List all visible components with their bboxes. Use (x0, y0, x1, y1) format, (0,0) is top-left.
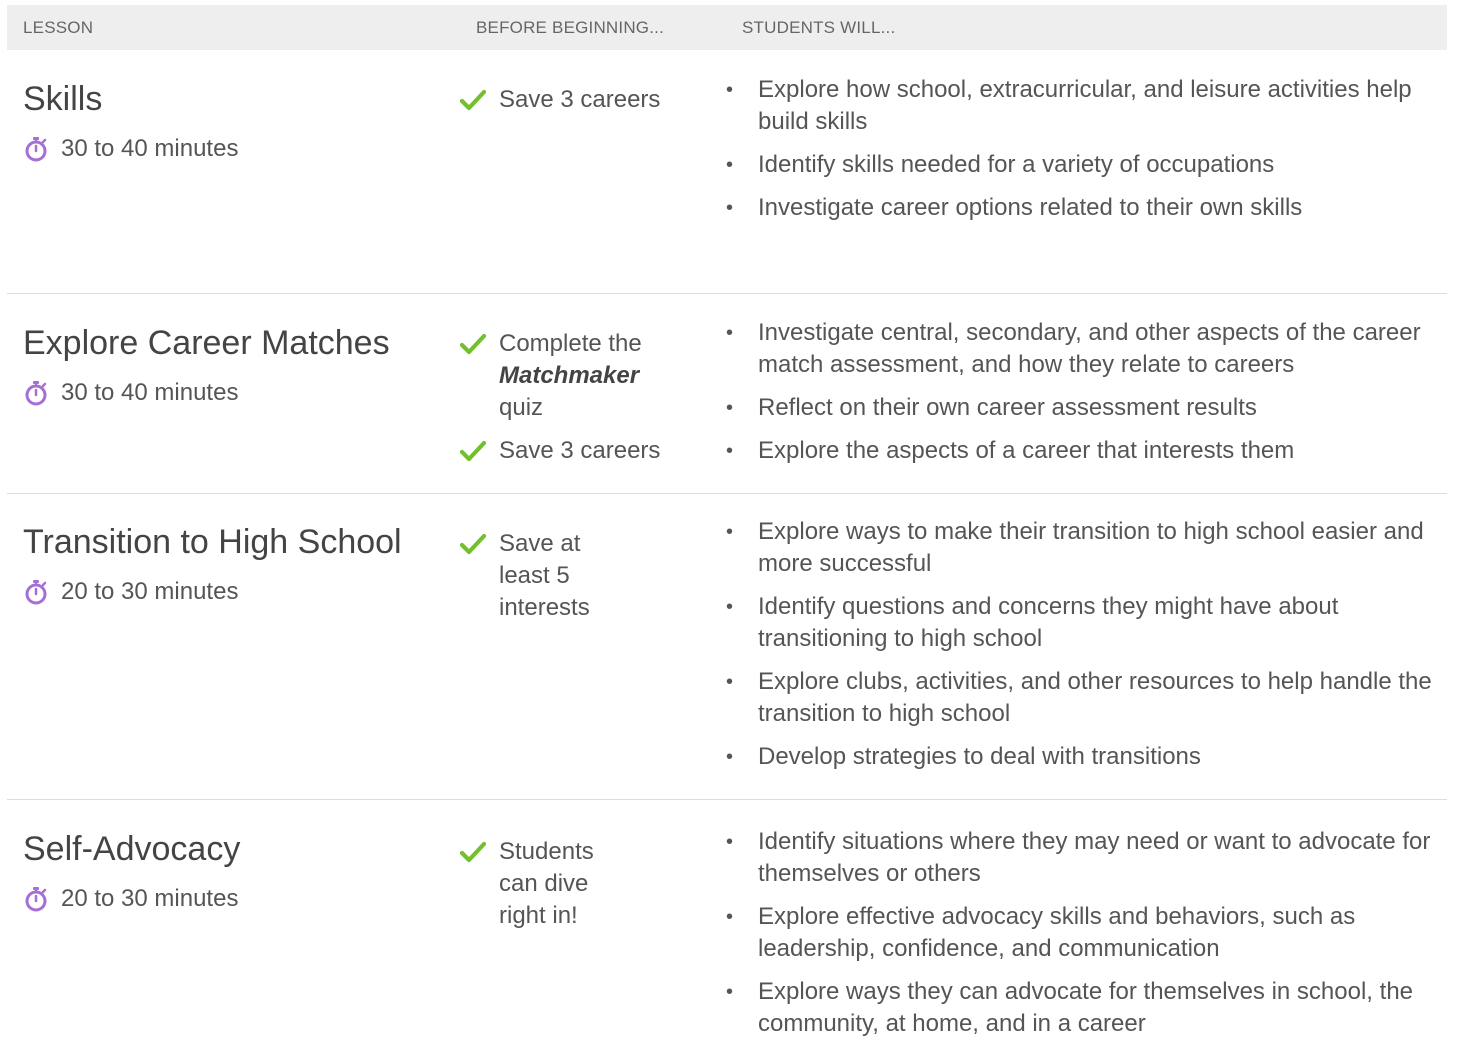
before-beginning-cell: Save 3 careers (460, 50, 726, 293)
objective-item: • Identify questions and concerns they mi… (726, 591, 1447, 655)
lesson-table: LESSON BEFORE BEGINNING... STUDENTS WILL… (7, 5, 1447, 1058)
objectives-list: • Identify situations where they may need… (726, 826, 1447, 1040)
bullet-icon: • (726, 521, 734, 543)
bullet-icon: • (726, 671, 734, 693)
checkmark-icon (460, 89, 486, 111)
objective-text: Explore ways they can advocate for thems… (758, 978, 1414, 1037)
objective-item: • Explore the aspects of a career that in… (726, 435, 1447, 467)
lesson-title: Self-Advocacy (23, 830, 241, 868)
objective-item: • Identify skills needed for a variety of… (726, 149, 1447, 181)
objective-item: • Identify situations where they may need… (726, 826, 1447, 890)
lesson-cell: Transition to High School 20 to 30 minute… (7, 494, 460, 799)
lesson-rows: Skills 30 to 40 minutes Save 3 careers • Exp… (7, 50, 1447, 1058)
lesson-cell: Skills 30 to 40 minutes (7, 50, 460, 293)
prerequisite-text: Save at least 5 interests (499, 530, 590, 621)
objective-text: Explore clubs, activities, and other res… (758, 668, 1432, 727)
duration-text: 20 to 30 minutes (61, 885, 239, 912)
stopwatch-icon (25, 137, 47, 162)
checkmark-icon (460, 841, 486, 863)
lesson-duration: 30 to 40 minutes (23, 379, 460, 407)
objectives-list: • Explore ways to make their transition t… (726, 516, 1447, 773)
duration-text: 30 to 40 minutes (61, 379, 239, 406)
before-beginning-cell: Save at least 5 interests (460, 494, 726, 799)
header-before-beginning: BEFORE BEGINNING... (476, 17, 664, 37)
bullet-icon: • (726, 322, 734, 344)
prerequisite-item: Students can dive right in! (460, 836, 630, 932)
lesson-row: Self-Advocacy 20 to 30 minutes Students ca… (7, 800, 1447, 1058)
lesson-row: Skills 30 to 40 minutes Save 3 careers • Exp… (7, 50, 1447, 294)
checkmark-icon (460, 333, 486, 355)
lesson-cell: Explore Career Matches 30 to 40 minutes (7, 294, 460, 493)
bullet-icon: • (726, 440, 734, 462)
stopwatch-icon (25, 381, 47, 406)
objectives-list: • Investigate central, secondary, and oth… (726, 317, 1447, 467)
header-lesson: LESSON (23, 17, 94, 37)
objective-item: • Develop strategies to deal with transit… (726, 741, 1447, 773)
objective-item: • Investigate central, secondary, and oth… (726, 317, 1447, 381)
prerequisite-text: Save 3 careers (499, 437, 661, 464)
objectives-list: • Explore how school, extracurricular, an… (726, 74, 1447, 224)
checkmark-icon (460, 440, 486, 462)
checkmark-icon (460, 533, 486, 555)
lesson-duration: 30 to 40 minutes (23, 135, 460, 163)
prerequisite-text: Complete the Matchmaker quiz (499, 330, 642, 421)
objective-text: Explore the aspects of a career that int… (758, 437, 1295, 464)
objective-item: • Explore ways they can advocate for them… (726, 976, 1447, 1040)
objective-text: Reflect on their own career assessment r… (758, 394, 1257, 421)
duration-text: 20 to 30 minutes (61, 578, 239, 605)
objective-text: Explore effective advocacy skills and be… (758, 903, 1356, 962)
objective-text: Identify situations where they may need … (758, 828, 1431, 887)
prerequisite-item: Save at least 5 interests (460, 528, 630, 624)
objective-text: Identify skills needed for a variety of … (758, 151, 1275, 178)
objective-text: Explore ways to make their transition to… (758, 518, 1424, 577)
lesson-duration: 20 to 30 minutes (23, 578, 460, 606)
objective-item: • Explore effective advocacy skills and b… (726, 901, 1447, 965)
objective-text: Develop strategies to deal with transiti… (758, 743, 1201, 770)
lesson-cell: Self-Advocacy 20 to 30 minutes (7, 800, 460, 1058)
prerequisite-item: Save 3 careers (460, 84, 680, 116)
emphasis-text: Matchmaker (499, 362, 640, 389)
stopwatch-icon (25, 887, 47, 912)
objective-item: • Explore clubs, activities, and other re… (726, 666, 1447, 730)
bullet-icon: • (726, 906, 734, 928)
bullet-icon: • (726, 79, 734, 101)
students-will-cell: • Investigate central, secondary, and oth… (726, 294, 1447, 493)
duration-text: 30 to 40 minutes (61, 135, 239, 162)
header-students-will: STUDENTS WILL... (742, 17, 896, 37)
prerequisite-item: Complete the Matchmaker quiz (460, 328, 680, 424)
objective-item: • Reflect on their own career assessment … (726, 392, 1447, 424)
objective-item: • Investigate career options related to t… (726, 192, 1447, 224)
objective-item: • Explore ways to make their transition t… (726, 516, 1447, 580)
bullet-icon: • (726, 197, 734, 219)
before-beginning-cell: Students can dive right in! (460, 800, 726, 1058)
lesson-row: Transition to High School 20 to 30 minute… (7, 494, 1447, 800)
prerequisite-text: Students can dive right in! (499, 838, 594, 929)
table-header: LESSON BEFORE BEGINNING... STUDENTS WILL… (7, 5, 1447, 50)
bullet-icon: • (726, 397, 734, 419)
lesson-title: Transition to High School (23, 523, 402, 561)
students-will-cell: • Identify situations where they may need… (726, 800, 1447, 1058)
bullet-icon: • (726, 831, 734, 853)
lesson-duration: 20 to 30 minutes (23, 885, 460, 913)
prerequisite-item: Save 3 careers (460, 435, 680, 467)
bullet-icon: • (726, 981, 734, 1003)
objective-item: • Explore how school, extracurricular, an… (726, 74, 1447, 138)
lesson-title: Explore Career Matches (23, 324, 390, 362)
students-will-cell: • Explore how school, extracurricular, an… (726, 50, 1447, 293)
before-beginning-cell: Complete the Matchmaker quiz Save 3 caree… (460, 294, 726, 493)
objective-text: Identify questions and concerns they mig… (758, 593, 1339, 652)
bullet-icon: • (726, 154, 734, 176)
stopwatch-icon (25, 580, 47, 605)
prerequisite-text: Save 3 careers (499, 86, 661, 113)
lesson-title: Skills (23, 80, 103, 118)
bullet-icon: • (726, 746, 734, 768)
students-will-cell: • Explore ways to make their transition t… (726, 494, 1447, 799)
objective-text: Explore how school, extracurricular, and… (758, 76, 1412, 135)
objective-text: Investigate career options related to th… (758, 194, 1303, 221)
lesson-row: Explore Career Matches 30 to 40 minutes Co… (7, 294, 1447, 494)
objective-text: Investigate central, secondary, and othe… (758, 319, 1421, 378)
bullet-icon: • (726, 596, 734, 618)
